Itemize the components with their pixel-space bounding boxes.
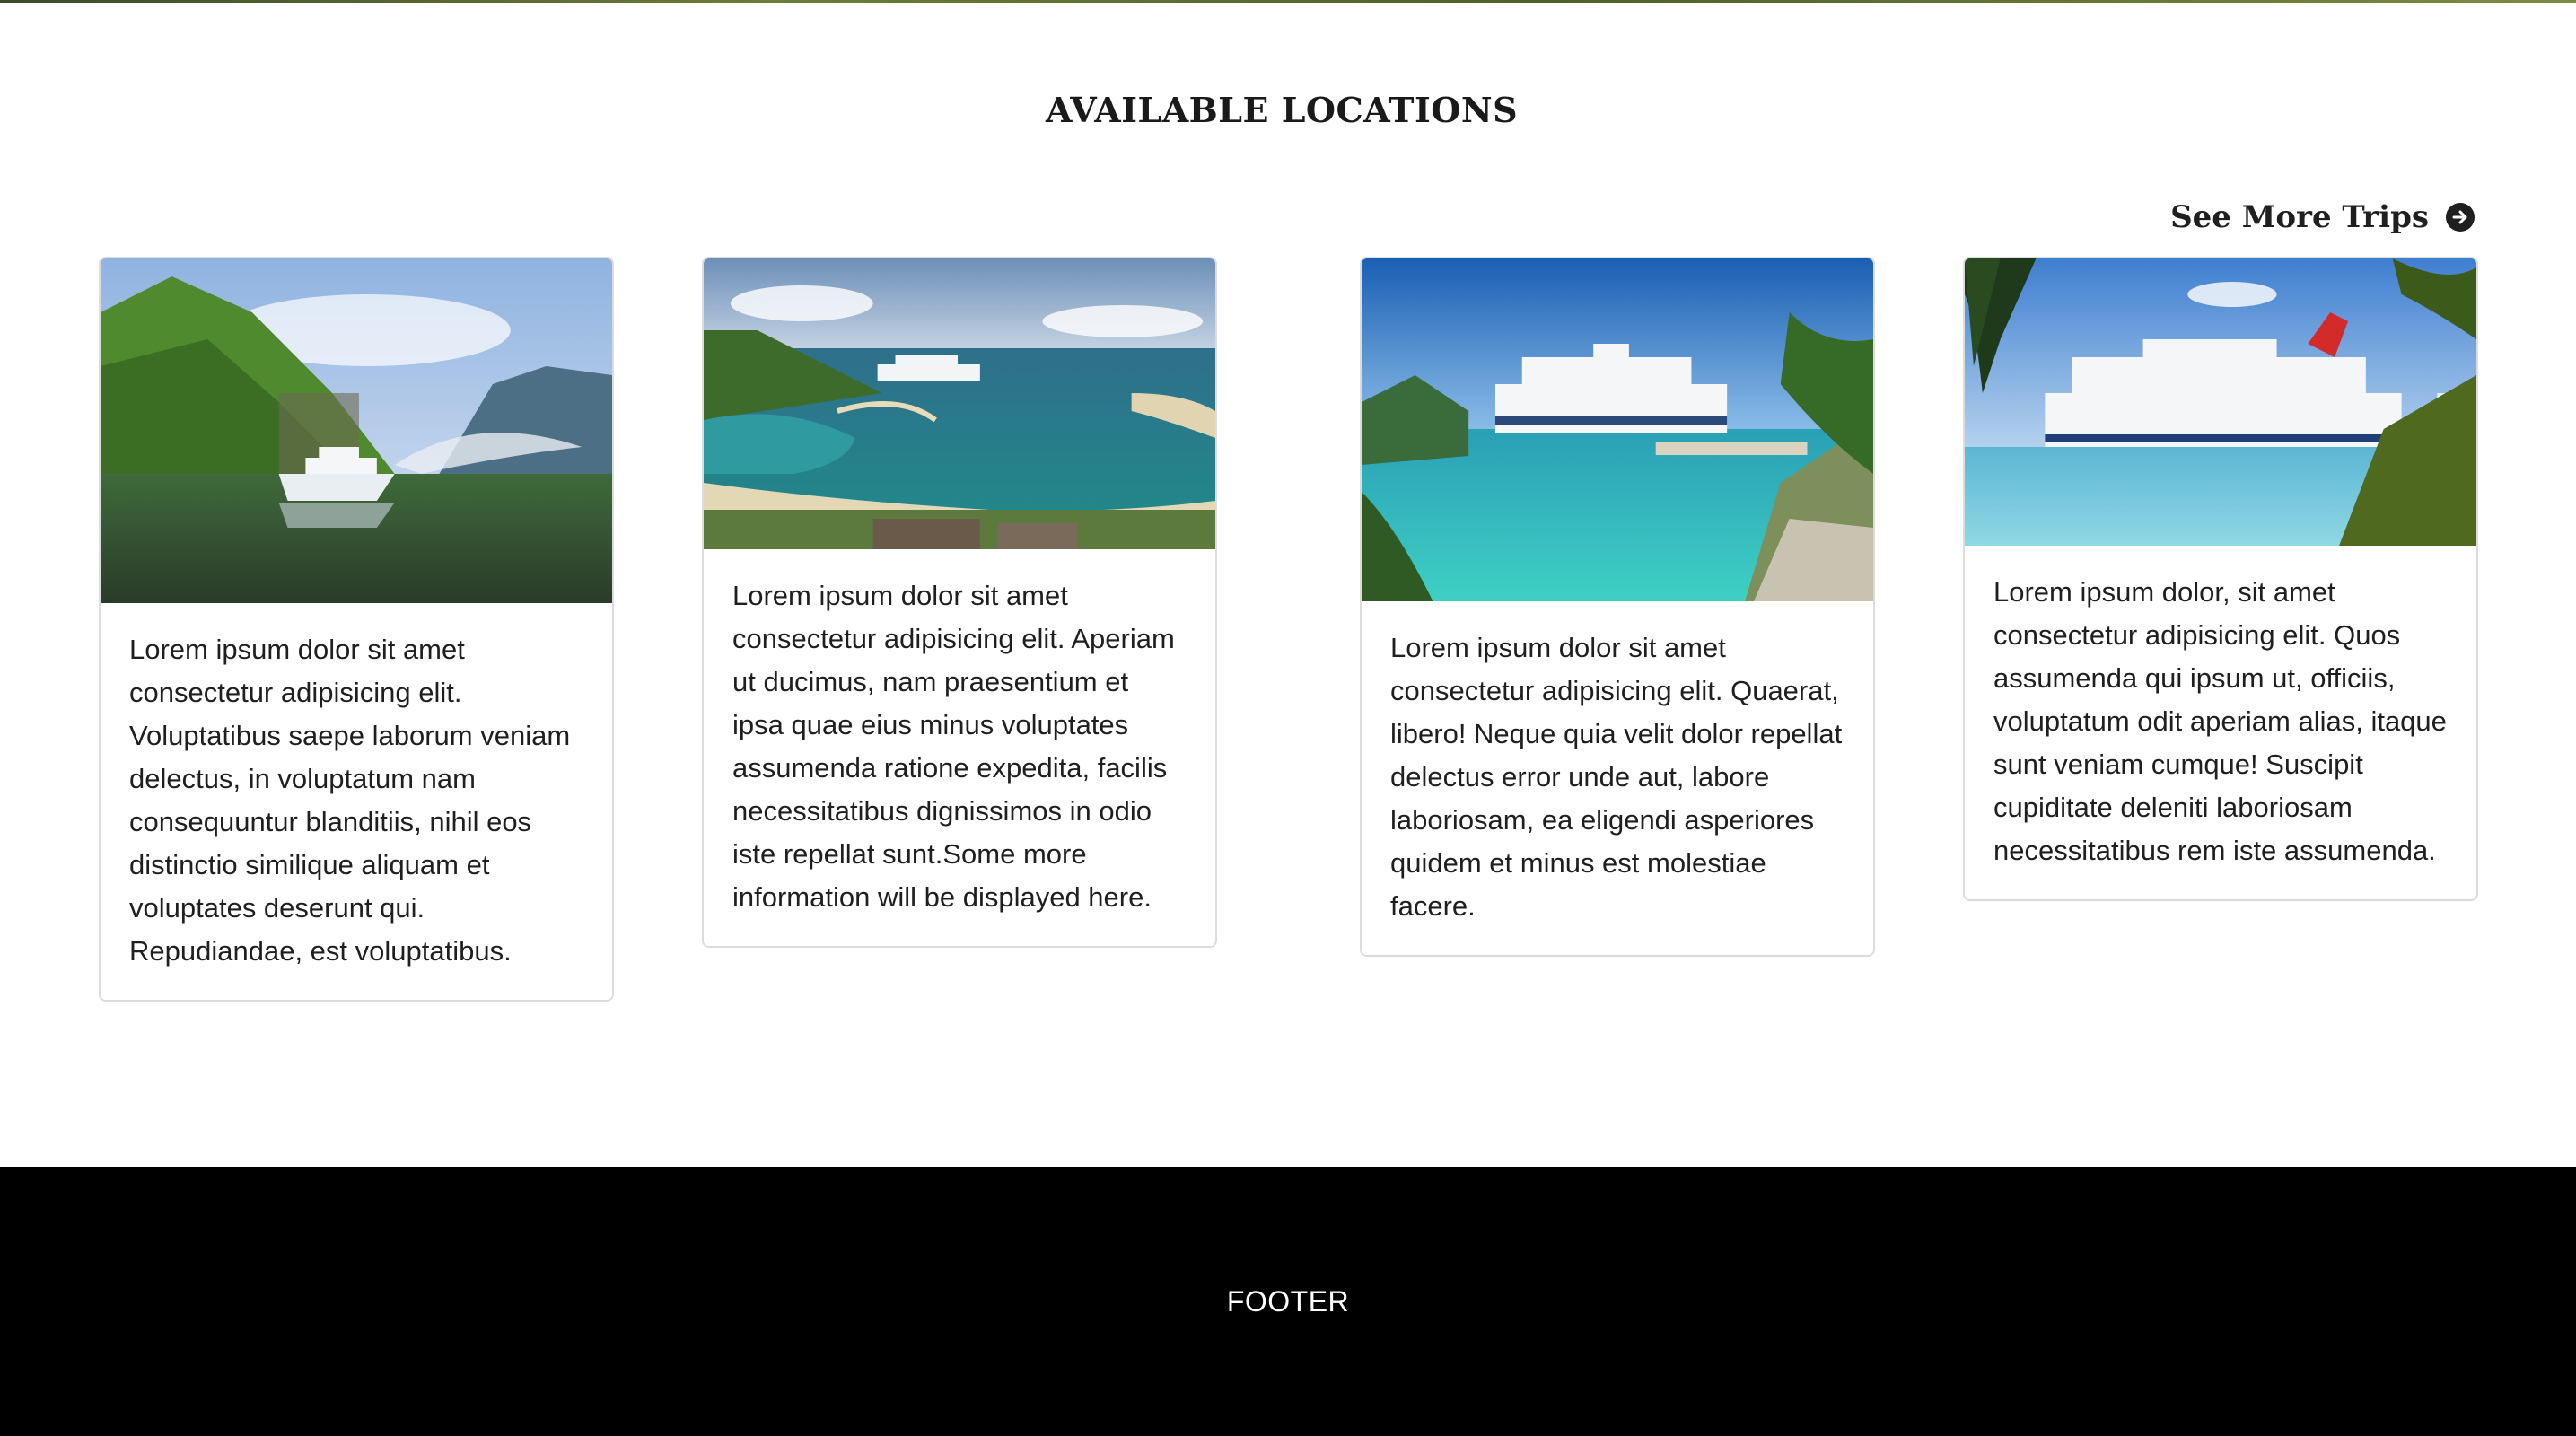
page-footer: FOOTER (0, 1167, 2576, 1436)
location-card[interactable]: Lorem ipsum dolor sit amet consectetur a… (99, 257, 614, 1002)
location-card[interactable]: Lorem ipsum dolor sit amet consectetur a… (1360, 257, 1875, 957)
location-card[interactable]: Lorem ipsum dolor sit amet consectetur a… (702, 257, 1217, 948)
card-description: Lorem ipsum dolor sit amet consectetur a… (129, 634, 571, 967)
cruise-ship-beach-photo (1965, 258, 2476, 546)
section-title: AVAILABLE LOCATIONS (1045, 90, 1519, 130)
card-description: Lorem ipsum dolor sit amet consectetur a… (1390, 632, 1843, 922)
arrow-right-circle-icon (2445, 202, 2475, 232)
card-description: Lorem ipsum dolor, sit amet consectetur … (1993, 576, 2447, 866)
card-description: Lorem ipsum dolor sit amet consectetur a… (732, 580, 1175, 913)
hero-bottom-edge (0, 0, 2576, 3)
see-more-trips-link[interactable]: See More Trips (2170, 199, 2475, 235)
see-more-trips-label: See More Trips (2170, 199, 2429, 235)
cruise-ship-fjord-photo (101, 258, 612, 603)
location-card[interactable]: Lorem ipsum dolor, sit amet consectetur … (1963, 257, 2478, 901)
cruise-ship-bay-photo (704, 258, 1215, 549)
footer-text: FOOTER (1226, 1284, 1350, 1318)
cruise-ship-lagoon-photo (1362, 258, 1873, 601)
